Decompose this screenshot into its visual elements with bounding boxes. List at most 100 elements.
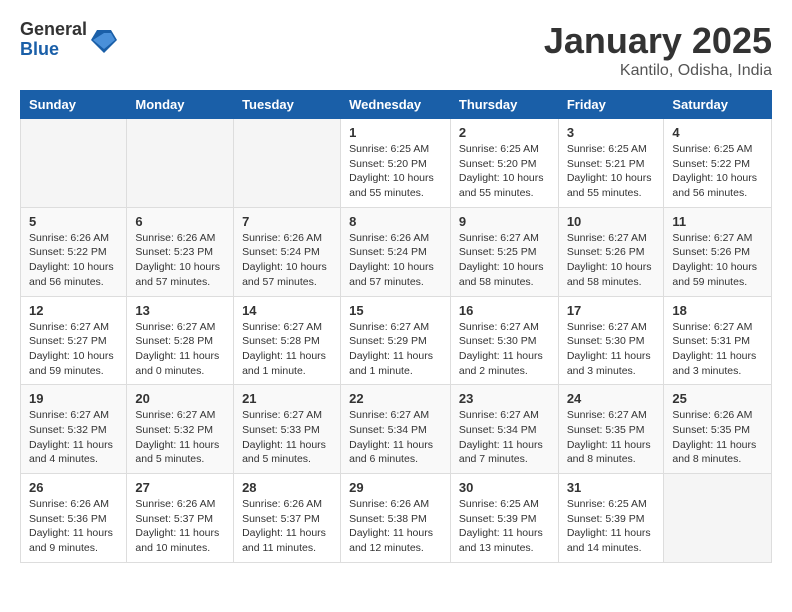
day-info: Sunrise: 6:27 AMSunset: 5:25 PMDaylight:… [459,231,550,290]
day-number: 1 [349,125,442,140]
logo-icon [89,25,119,55]
day-number: 7 [242,214,332,229]
logo-blue: Blue [20,40,87,60]
day-number: 6 [135,214,225,229]
day-info: Sunrise: 6:27 AMSunset: 5:33 PMDaylight:… [242,408,332,467]
day-info: Sunrise: 6:26 AMSunset: 5:24 PMDaylight:… [242,231,332,290]
day-number: 2 [459,125,550,140]
weekday-header-sunday: Sunday [21,91,127,119]
day-info: Sunrise: 6:25 AMSunset: 5:20 PMDaylight:… [459,142,550,201]
day-info: Sunrise: 6:25 AMSunset: 5:39 PMDaylight:… [567,497,656,556]
calendar-cell: 30 Sunrise: 6:25 AMSunset: 5:39 PMDayligh… [450,474,558,563]
day-number: 15 [349,303,442,318]
day-info: Sunrise: 6:27 AMSunset: 5:26 PMDaylight:… [672,231,763,290]
calendar-cell: 22 Sunrise: 6:27 AMSunset: 5:34 PMDayligh… [341,385,451,474]
day-info: Sunrise: 6:27 AMSunset: 5:29 PMDaylight:… [349,320,442,379]
day-info: Sunrise: 6:27 AMSunset: 5:34 PMDaylight:… [459,408,550,467]
weekday-header-saturday: Saturday [664,91,772,119]
day-info: Sunrise: 6:27 AMSunset: 5:30 PMDaylight:… [459,320,550,379]
calendar-cell: 21Sunrise: 6:27 AMSunset: 5:33 PMDayligh… [234,385,341,474]
weekday-header-friday: Friday [558,91,664,119]
calendar-cell: 23 Sunrise: 6:27 AMSunset: 5:34 PMDayligh… [450,385,558,474]
day-number: 8 [349,214,442,229]
calendar-cell: 7 Sunrise: 6:26 AMSunset: 5:24 PMDaylight… [234,207,341,296]
calendar-cell: 20 Sunrise: 6:27 AMSunset: 5:32 PMDayligh… [127,385,234,474]
calendar-cell: 14 Sunrise: 6:27 AMSunset: 5:28 PMDayligh… [234,296,341,385]
calendar-cell: 24Sunrise: 6:27 AMSunset: 5:35 PMDayligh… [558,385,664,474]
day-number: 25 [672,391,763,406]
day-number: 20 [135,391,225,406]
calendar-week-4: 19 Sunrise: 6:27 AMSunset: 5:32 PMDayligh… [21,385,772,474]
day-info: Sunrise: 6:26 AMSunset: 5:22 PMDaylight:… [29,231,118,290]
day-info: Sunrise: 6:25 AMSunset: 5:39 PMDaylight:… [459,497,550,556]
calendar-week-5: 26Sunrise: 6:26 AMSunset: 5:36 PMDayligh… [21,474,772,563]
calendar-cell: 6 Sunrise: 6:26 AMSunset: 5:23 PMDaylight… [127,207,234,296]
calendar-cell: 2 Sunrise: 6:25 AMSunset: 5:20 PMDaylight… [450,119,558,208]
day-number: 28 [242,480,332,495]
day-info: Sunrise: 6:27 AMSunset: 5:32 PMDaylight:… [135,408,225,467]
calendar-cell: 31 Sunrise: 6:25 AMSunset: 5:39 PMDayligh… [558,474,664,563]
calendar-cell: 1 Sunrise: 6:25 AMSunset: 5:20 PMDaylight… [341,119,451,208]
calendar-cell: 26Sunrise: 6:26 AMSunset: 5:36 PMDayligh… [21,474,127,563]
day-info: Sunrise: 6:27 AMSunset: 5:28 PMDaylight:… [135,320,225,379]
calendar-cell: 8 Sunrise: 6:26 AMSunset: 5:24 PMDaylight… [341,207,451,296]
day-number: 13 [135,303,225,318]
calendar-cell [21,119,127,208]
calendar-cell: 29Sunrise: 6:26 AMSunset: 5:38 PMDayligh… [341,474,451,563]
day-number: 31 [567,480,656,495]
weekday-header-wednesday: Wednesday [341,91,451,119]
calendar-cell: 4 Sunrise: 6:25 AMSunset: 5:22 PMDaylight… [664,119,772,208]
calendar-cell: 11Sunrise: 6:27 AMSunset: 5:26 PMDayligh… [664,207,772,296]
calendar-cell: 15 Sunrise: 6:27 AMSunset: 5:29 PMDayligh… [341,296,451,385]
day-info: Sunrise: 6:27 AMSunset: 5:34 PMDaylight:… [349,408,442,467]
day-number: 9 [459,214,550,229]
day-number: 10 [567,214,656,229]
calendar-cell: 13 Sunrise: 6:27 AMSunset: 5:28 PMDayligh… [127,296,234,385]
day-number: 19 [29,391,118,406]
calendar-week-1: 1 Sunrise: 6:25 AMSunset: 5:20 PMDaylight… [21,119,772,208]
day-number: 30 [459,480,550,495]
location-subtitle: Kantilo, Odisha, India [544,62,772,80]
day-info: Sunrise: 6:27 AMSunset: 5:30 PMDaylight:… [567,320,656,379]
day-info: Sunrise: 6:26 AMSunset: 5:23 PMDaylight:… [135,231,225,290]
logo: General Blue [20,20,119,60]
calendar-cell: 10Sunrise: 6:27 AMSunset: 5:26 PMDayligh… [558,207,664,296]
day-info: Sunrise: 6:25 AMSunset: 5:20 PMDaylight:… [349,142,442,201]
weekday-header-monday: Monday [127,91,234,119]
day-number: 3 [567,125,656,140]
page-header: General Blue January 2025 Kantilo, Odish… [20,20,772,80]
title-area: January 2025 Kantilo, Odisha, India [544,20,772,80]
day-number: 12 [29,303,118,318]
day-info: Sunrise: 6:26 AMSunset: 5:38 PMDaylight:… [349,497,442,556]
day-number: 18 [672,303,763,318]
calendar-cell [664,474,772,563]
calendar-cell: 17 Sunrise: 6:27 AMSunset: 5:30 PMDayligh… [558,296,664,385]
day-number: 5 [29,214,118,229]
day-info: Sunrise: 6:27 AMSunset: 5:32 PMDaylight:… [29,408,118,467]
day-info: Sunrise: 6:25 AMSunset: 5:21 PMDaylight:… [567,142,656,201]
day-number: 23 [459,391,550,406]
calendar-cell: 16 Sunrise: 6:27 AMSunset: 5:30 PMDayligh… [450,296,558,385]
calendar-cell: 9 Sunrise: 6:27 AMSunset: 5:25 PMDaylight… [450,207,558,296]
day-info: Sunrise: 6:26 AMSunset: 5:36 PMDaylight:… [29,497,118,556]
day-info: Sunrise: 6:26 AMSunset: 5:37 PMDaylight:… [242,497,332,556]
day-number: 22 [349,391,442,406]
calendar-cell: 27Sunrise: 6:26 AMSunset: 5:37 PMDayligh… [127,474,234,563]
day-info: Sunrise: 6:26 AMSunset: 5:24 PMDaylight:… [349,231,442,290]
calendar-week-3: 12 Sunrise: 6:27 AMSunset: 5:27 PMDayligh… [21,296,772,385]
calendar-cell: 19 Sunrise: 6:27 AMSunset: 5:32 PMDayligh… [21,385,127,474]
day-number: 17 [567,303,656,318]
day-info: Sunrise: 6:27 AMSunset: 5:27 PMDaylight:… [29,320,118,379]
day-info: Sunrise: 6:26 AMSunset: 5:37 PMDaylight:… [135,497,225,556]
day-info: Sunrise: 6:27 AMSunset: 5:28 PMDaylight:… [242,320,332,379]
calendar-table: SundayMondayTuesdayWednesdayThursdayFrid… [20,90,772,563]
day-number: 14 [242,303,332,318]
calendar-cell: 18Sunrise: 6:27 AMSunset: 5:31 PMDayligh… [664,296,772,385]
day-number: 4 [672,125,763,140]
calendar-cell: 12 Sunrise: 6:27 AMSunset: 5:27 PMDayligh… [21,296,127,385]
day-number: 16 [459,303,550,318]
calendar-cell: 25Sunrise: 6:26 AMSunset: 5:35 PMDayligh… [664,385,772,474]
calendar-cell [234,119,341,208]
day-number: 24 [567,391,656,406]
day-info: Sunrise: 6:25 AMSunset: 5:22 PMDaylight:… [672,142,763,201]
